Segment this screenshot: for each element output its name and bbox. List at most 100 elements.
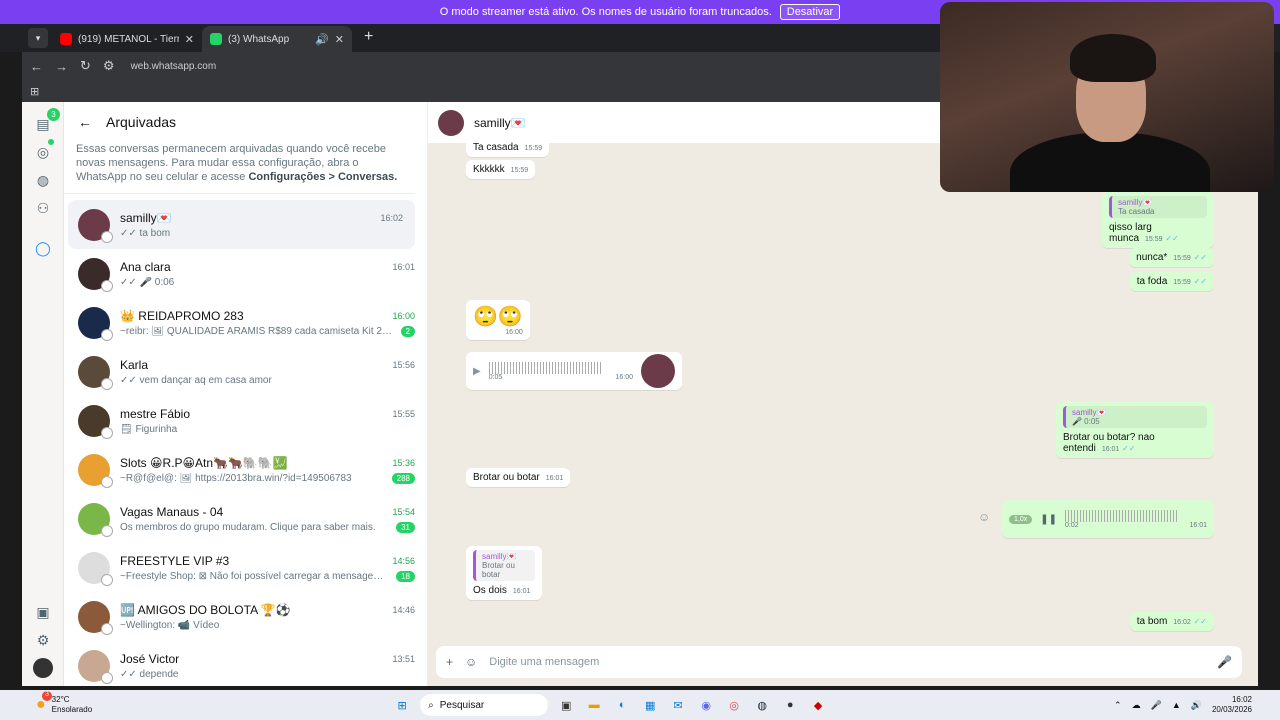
communities-icon[interactable]: ⚇ — [33, 198, 53, 218]
tab-youtube[interactable]: (919) METANOL - Tierry, Toque ✕ — [52, 26, 202, 52]
chat-item[interactable]: Vagas Manaus - 04 15:54 Os membros do grup… — [64, 494, 427, 543]
steam-icon[interactable]: ◍ — [752, 695, 772, 715]
message-in[interactable]: Ta casada 15:59 — [466, 138, 550, 157]
chat-name: Vagas Manaus - 04 — [120, 504, 224, 519]
windows-start-icon[interactable]: ⊞ — [392, 695, 412, 715]
tab-whatsapp[interactable]: (3) WhatsApp 🔊 ✕ — [202, 26, 352, 52]
chat-item[interactable]: Karla 15:56 ✓✓ vem dançar aq em casa amor — [64, 347, 427, 396]
status-icon[interactable]: ◎ — [33, 142, 53, 162]
channels-icon[interactable]: ◍ — [33, 170, 53, 190]
chat-time: 15:55 — [392, 408, 415, 419]
waveform[interactable] — [488, 361, 601, 374]
chat-avatar[interactable] — [78, 404, 113, 439]
chat-item[interactable]: samilly💌 16:02 ✓✓ ta bom — [68, 200, 415, 249]
emoji-reaction-icon[interactable]: ☺ — [978, 510, 990, 524]
file-explorer-icon[interactable]: ▬ — [584, 695, 604, 715]
attach-plus-icon[interactable]: + — [446, 655, 453, 669]
site-info-icon[interactable]: ⚙ — [103, 58, 115, 74]
new-tab-button[interactable]: + — [364, 28, 373, 46]
mic-icon[interactable]: 🎤 — [1151, 700, 1162, 711]
play-icon[interactable]: ▶ — [473, 366, 481, 377]
weather-widget[interactable]: ● 3 32°C Ensolarado — [36, 691, 92, 715]
chat-item[interactable]: 🆙 AMIGOS DO BOLOTA 🏆⚽ 14:46 ~Wellington: 📹… — [64, 592, 427, 641]
forward-icon[interactable]: → — [55, 59, 68, 74]
quoted-message[interactable]: samilly💌 Brotar ou botar — [473, 550, 535, 581]
tab-search-icon[interactable]: ▾ — [28, 28, 48, 48]
apps-icon[interactable]: ⊞ — [30, 85, 39, 98]
chat-avatar[interactable] — [78, 600, 113, 635]
message-out-reply[interactable]: samilly💌 Ta casada qisso larg munca 15:59… — [1102, 192, 1214, 248]
chat-item[interactable]: 👑 REIDAPROMO 283 16:00 ~reibr: 🖼 QUALIDADE… — [64, 298, 427, 347]
message-out[interactable]: ta bom 16:02 ✓✓ — [1129, 612, 1214, 631]
voice-message-in[interactable]: ▶ 0:05 16:00 — [466, 352, 682, 390]
message-in[interactable]: Kkkkkk 15:59 — [466, 160, 536, 179]
chat-avatar[interactable] — [78, 649, 113, 684]
contact-avatar[interactable] — [438, 109, 464, 136]
status-ring — [101, 328, 113, 341]
sticker-icon[interactable]: ☺ — [465, 655, 477, 669]
contact-name[interactable]: samilly💌 — [474, 116, 526, 130]
chat-avatar[interactable] — [78, 453, 113, 488]
chat-item[interactable]: Ana clara 16:01 ✓✓ 🎤 0:06 — [64, 249, 427, 298]
disable-streamer-button[interactable]: Desativar — [779, 4, 841, 20]
voice-message-out[interactable]: 1,0x ❚❚ 0:02 16:01 — [1002, 500, 1214, 538]
status-dot — [48, 139, 54, 145]
meta-ai-icon[interactable]: ◯ — [33, 238, 53, 258]
discord-icon[interactable]: ◉ — [696, 695, 716, 715]
quoted-message[interactable]: samilly💌 Ta casada — [1109, 196, 1207, 218]
reload-icon[interactable]: ↻ — [80, 58, 91, 74]
chat-avatar[interactable] — [78, 306, 113, 341]
microphone-icon[interactable]: 🎤 — [1217, 655, 1232, 669]
message-out[interactable]: ta foda 15:59 ✓✓ — [1129, 272, 1214, 291]
profile-avatar[interactable] — [33, 658, 53, 678]
chat-item[interactable]: mestre Fábio 15:55 🗒 Figurinha — [64, 396, 427, 445]
chat-preview: ~Freestyle Shop: ⊠ Não foi possível carr… — [120, 570, 391, 582]
wifi-icon[interactable]: ▲ — [1172, 700, 1181, 710]
message-time: 15:59 — [1173, 279, 1191, 286]
chrome-icon[interactable]: ◎ — [724, 695, 744, 715]
chat-item[interactable]: Slots 😀R.P😀Atn🐂🐂🐘🐘💹 15:36 ~R@f@el@: 🖼 http… — [64, 445, 427, 494]
chat-item[interactable]: FREESTYLE VIP #3 14:56 ~Freestyle Shop: ⊠ … — [64, 543, 427, 592]
chat-avatar[interactable] — [78, 208, 113, 243]
volume-icon[interactable]: 🔊 — [1191, 700, 1202, 711]
settings-icon[interactable]: ⚙ — [33, 630, 53, 650]
search-label: Pesquisar — [439, 699, 485, 711]
media-icon[interactable]: ▣ — [33, 602, 53, 622]
network-icon[interactable]: ☁ — [1132, 700, 1141, 711]
taskbar-search[interactable]: ⌕ Pesquisar — [420, 694, 549, 716]
back-icon[interactable]: ← — [30, 59, 43, 74]
message-time: 16:01 — [512, 588, 531, 595]
chat-item[interactable]: José Victor 13:51 ✓✓ depende — [64, 641, 427, 686]
clock[interactable]: 16:02 20/03/2026 — [1212, 695, 1252, 715]
close-tab-icon[interactable]: ✕ — [185, 33, 194, 46]
message-composer: + ☺ Digite uma mensagem 🎤 — [436, 646, 1242, 678]
speaker-icon[interactable]: 🔊 — [315, 33, 329, 46]
app-icon[interactable]: ◆ — [808, 695, 828, 715]
message-input[interactable]: Digite uma mensagem — [489, 656, 1205, 668]
waveform[interactable] — [1065, 509, 1177, 522]
playback-speed-button[interactable]: 1,0x — [1009, 514, 1033, 524]
message-out-reply[interactable]: samilly💌 🎤 0:05 Brotar ou botar? nao ent… — [1056, 402, 1214, 458]
chat-avatar[interactable] — [78, 551, 113, 586]
message-text: Ta casada — [473, 142, 519, 153]
tray-chevron-icon[interactable]: ⌃ — [1114, 700, 1122, 711]
message-in-reply[interactable]: samilly💌 Brotar ou botar Os dois 16:01 — [466, 546, 542, 600]
outlook-icon[interactable]: ✉ — [668, 695, 688, 715]
obs-icon[interactable]: ● — [780, 695, 800, 715]
store-icon[interactable]: ▦ — [640, 695, 660, 715]
back-arrow-icon[interactable]: ← — [78, 114, 92, 130]
read-check-icon: ✓✓ — [1193, 253, 1207, 262]
chat-avatar[interactable] — [78, 257, 113, 292]
close-tab-icon[interactable]: ✕ — [335, 33, 344, 46]
message-out[interactable]: nunca* 15:59 ✓✓ — [1129, 248, 1214, 267]
message-in-emoji[interactable]: 🙄🙄 16:00 — [466, 300, 530, 340]
url-field[interactable]: web.whatsapp.com — [131, 61, 217, 72]
task-view-icon[interactable]: ▣ — [556, 695, 576, 715]
message-in[interactable]: Brotar ou botar 16:01 — [466, 468, 571, 487]
pause-icon[interactable]: ❚❚ — [1040, 514, 1057, 525]
chat-avatar[interactable] — [78, 355, 113, 390]
quoted-message[interactable]: samilly💌 🎤 0:05 — [1063, 406, 1207, 428]
chat-preview: ~Wellington: 📹 Vídeo — [120, 619, 220, 631]
chat-avatar[interactable] — [78, 502, 113, 537]
edge-icon[interactable]: ◐ — [612, 695, 632, 715]
